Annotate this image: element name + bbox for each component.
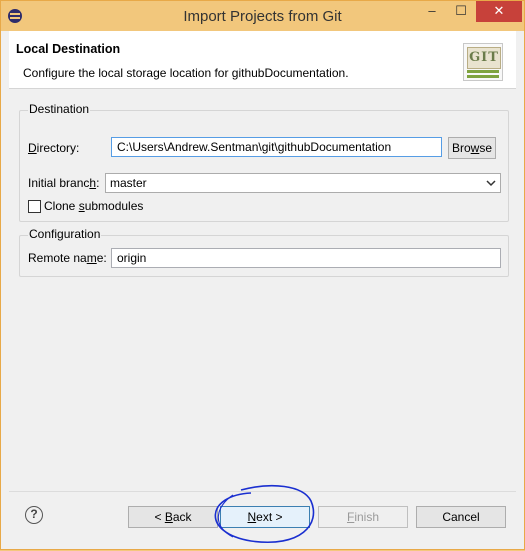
page-title: Local Destination bbox=[16, 42, 121, 56]
footer-divider bbox=[9, 491, 516, 492]
git-logo-text: GIT bbox=[467, 47, 501, 69]
clone-submodules-label[interactable]: Clone submodules bbox=[44, 199, 143, 213]
help-icon[interactable]: ? bbox=[25, 506, 43, 524]
minimize-button[interactable]: – bbox=[418, 1, 446, 22]
cancel-button[interactable]: Cancel bbox=[416, 506, 506, 528]
page-description: Configure the local storage location for… bbox=[23, 66, 349, 80]
browse-button[interactable]: Browse bbox=[448, 137, 496, 159]
initial-branch-label: Initial branch: bbox=[28, 176, 100, 190]
close-button[interactable]: ✕ bbox=[476, 1, 522, 22]
git-logo-icon: GIT bbox=[463, 43, 503, 81]
title-bar[interactable]: Import Projects from Git – ☐ ✕ bbox=[1, 1, 524, 31]
configuration-group-title: Configuration bbox=[28, 227, 102, 241]
clone-submodules-checkbox[interactable] bbox=[28, 200, 41, 213]
import-dialog-window: Import Projects from Git – ☐ ✕ Local Des… bbox=[0, 0, 525, 550]
maximize-button[interactable]: ☐ bbox=[447, 1, 475, 22]
destination-group-title: Destination bbox=[28, 102, 91, 116]
initial-branch-value: master bbox=[110, 176, 147, 190]
back-button[interactable]: < Back bbox=[128, 506, 218, 528]
finish-button[interactable]: Finish bbox=[318, 506, 408, 528]
directory-label: Directory: bbox=[28, 141, 80, 155]
chevron-down-icon bbox=[486, 180, 496, 187]
destination-group: Destination Directory: C:\Users\Andrew.S… bbox=[19, 102, 509, 222]
next-button[interactable]: Next > bbox=[220, 506, 310, 528]
remote-name-input[interactable]: origin bbox=[111, 248, 501, 268]
remote-name-label: Remote name: bbox=[28, 251, 107, 265]
wizard-body: Destination Directory: C:\Users\Andrew.S… bbox=[9, 89, 516, 489]
directory-input[interactable]: C:\Users\Andrew.Sentman\git\githubDocume… bbox=[111, 137, 442, 157]
configuration-group: Configuration Remote name: origin bbox=[19, 227, 509, 277]
initial-branch-dropdown[interactable]: master bbox=[105, 173, 501, 193]
wizard-header: Local Destination Configure the local st… bbox=[9, 31, 516, 89]
